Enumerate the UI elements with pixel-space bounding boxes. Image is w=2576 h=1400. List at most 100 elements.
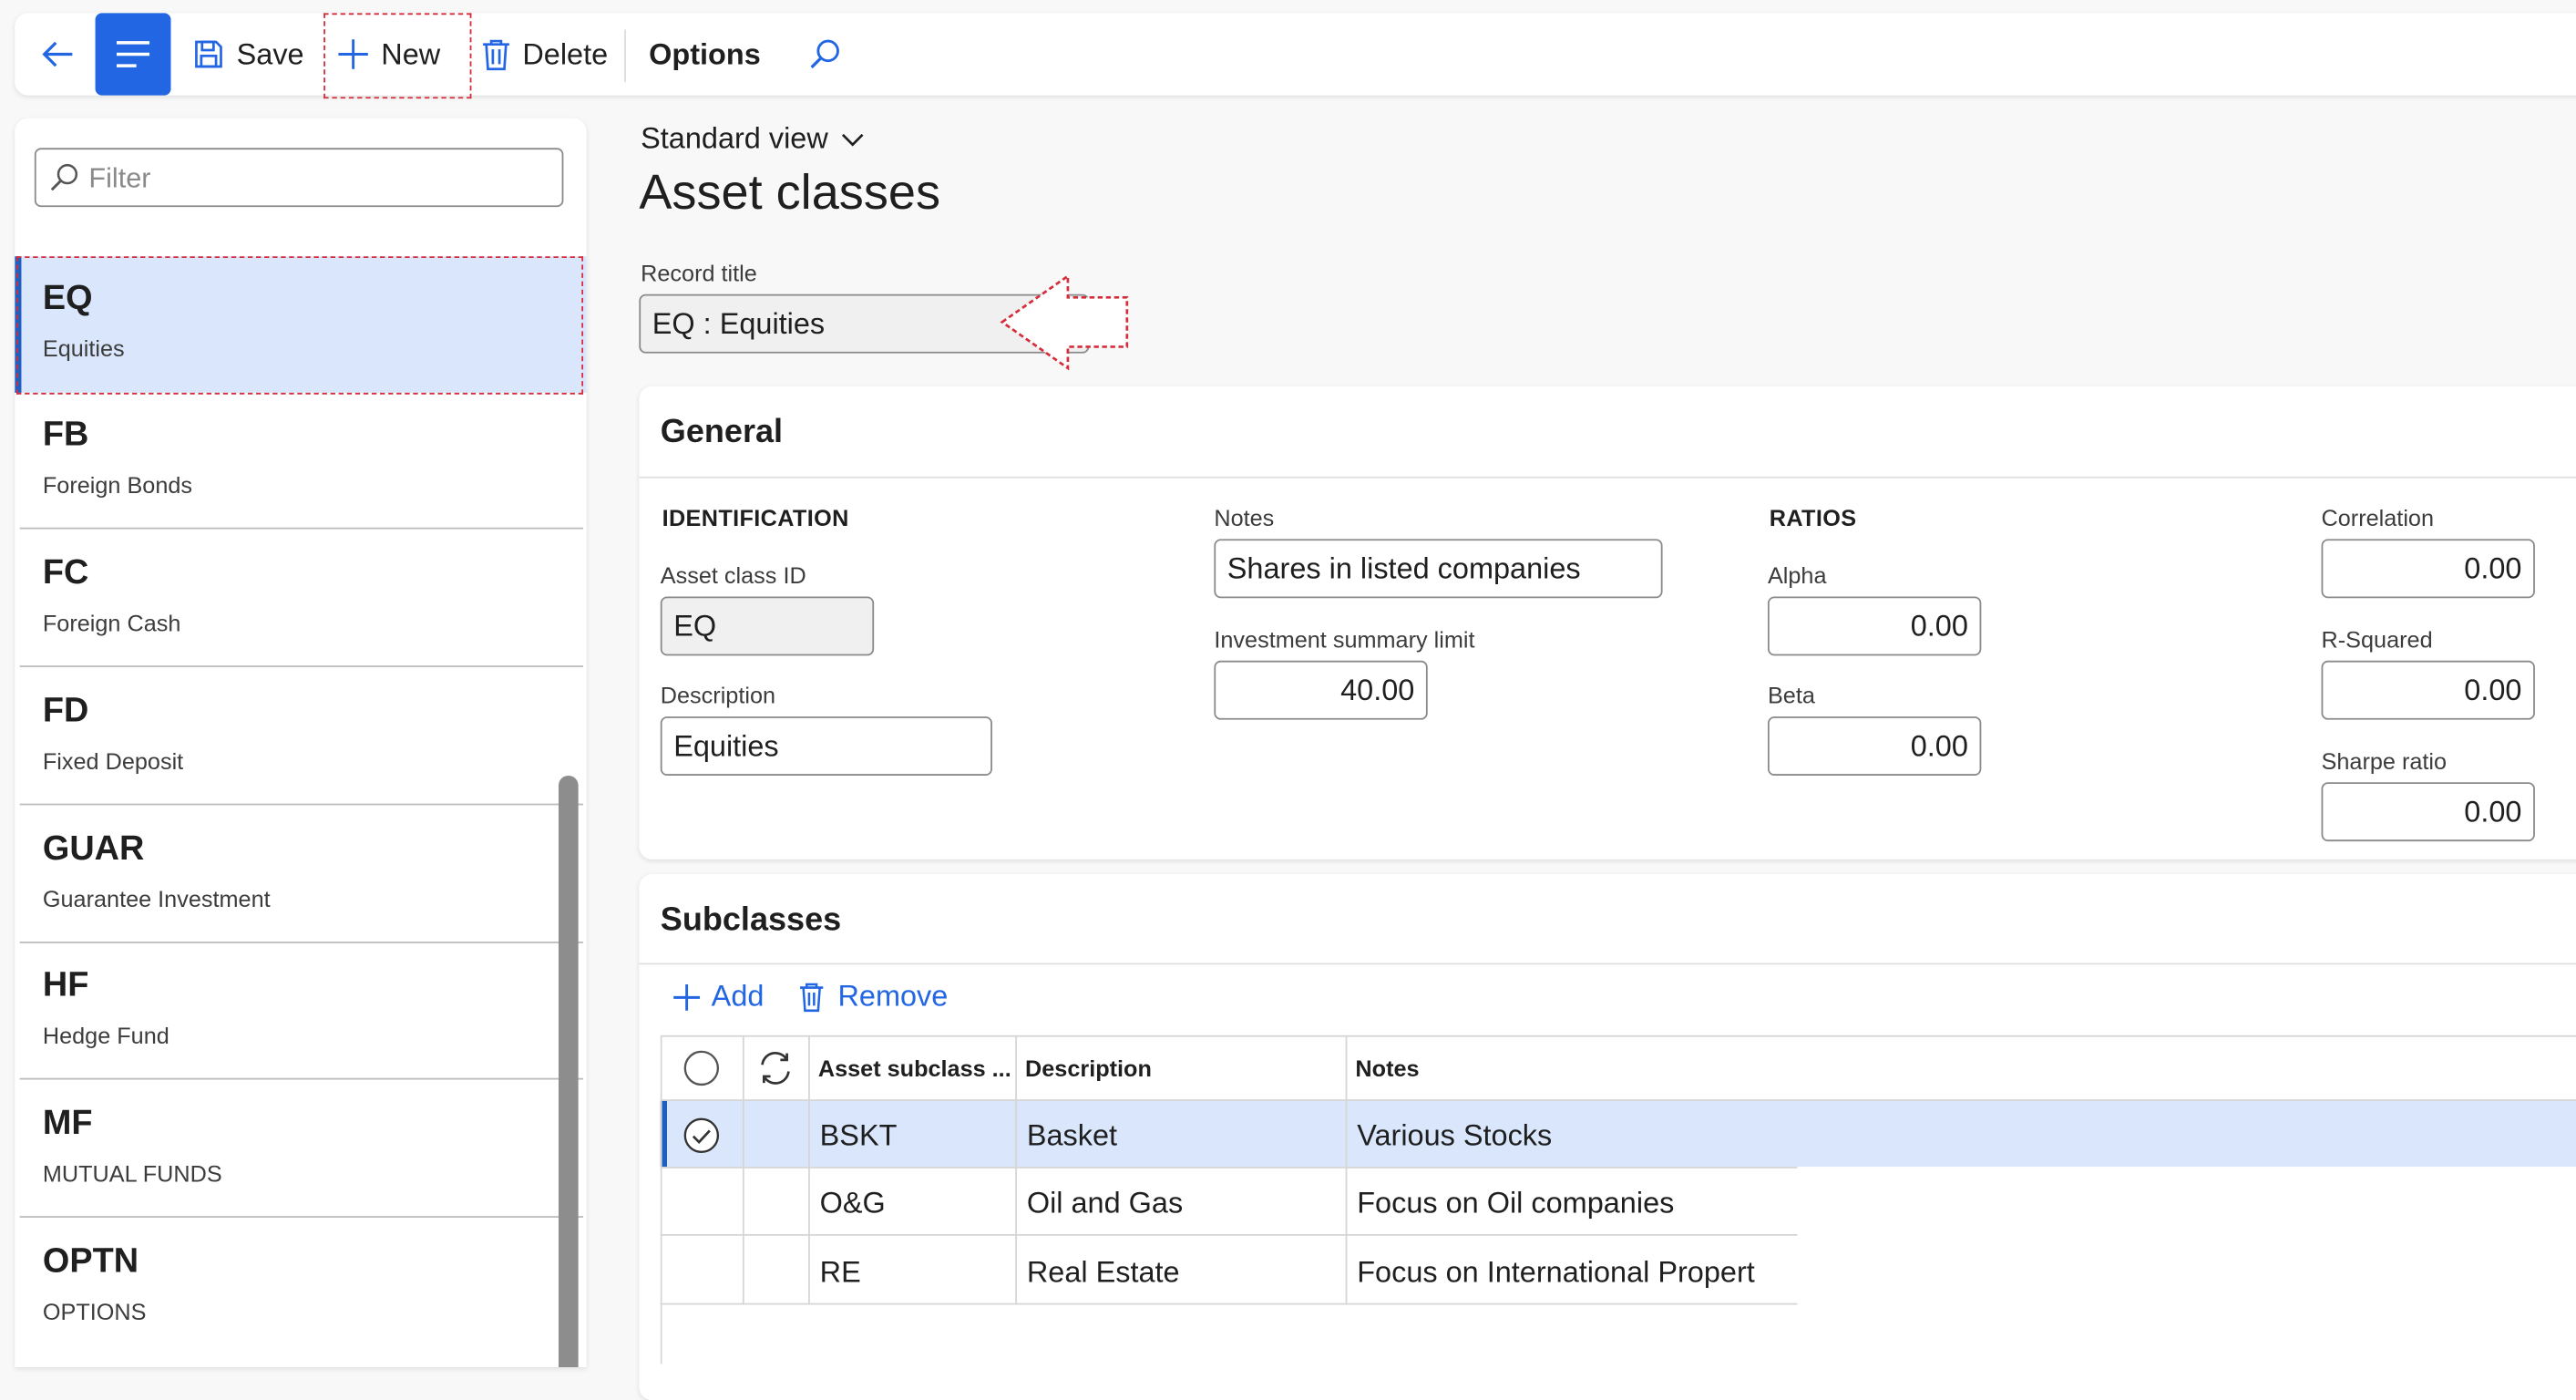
notes-label: Notes [1214,504,1275,531]
add-button[interactable]: Add [672,980,764,1014]
list-divider [19,527,584,530]
list-item-code: FC [42,553,89,592]
list-scrollbar[interactable] [558,775,579,1368]
back-button[interactable] [37,13,77,95]
beta-label: Beta [1767,682,1815,709]
search-button[interactable] [808,13,841,95]
page-title: Asset classes [639,166,941,221]
save-button[interactable]: Save [192,13,304,95]
trash-icon [800,983,824,1013]
grid-cell-id[interactable]: BSKT [820,1119,898,1154]
ratios-heading: RATIOS [1769,504,1857,531]
list-item-desc: Hedge Fund [42,1022,169,1049]
options-label: Options [649,36,761,70]
row-divider [660,1167,1798,1168]
back-arrow-icon [42,41,73,67]
grid-cell-description[interactable]: Oil and Gas [1027,1187,1183,1221]
toolbar-separator [624,29,626,83]
grid-cell-notes[interactable]: Focus on International Propert [1357,1255,1755,1290]
list-divider [19,1216,584,1218]
list-item-fb[interactable]: FB Foreign Bonds [15,393,586,530]
grid-cell-notes[interactable]: Focus on Oil companies [1357,1187,1674,1221]
remove-label: Remove [837,979,949,1013]
list-item-fc[interactable]: FC Foreign Cash [15,530,586,667]
column-divider [1015,1035,1018,1305]
list-item-desc: Foreign Cash [42,609,181,636]
column-divider [1345,1035,1348,1305]
trash-icon [483,39,509,71]
investment-limit-field[interactable]: 40.00 [1214,660,1428,720]
list-item-code: FB [42,416,89,454]
selected-item-highlight [16,256,584,395]
beta-field[interactable]: 0.00 [1767,716,1982,776]
view-selector[interactable]: Standard view [641,121,864,156]
investment-limit-label: Investment summary limit [1214,625,1475,653]
delete-label: Delete [522,36,609,70]
list-item-code: FD [42,692,89,730]
refresh-icon[interactable] [757,1050,794,1086]
chevron-down-icon [842,132,864,146]
filter-input[interactable]: Filter [34,148,564,208]
new-button-highlight [323,13,472,99]
delete-button[interactable]: Delete [481,13,608,95]
row-divider [660,1302,1798,1305]
action-pane: Save New Delete Options [15,13,2576,99]
grid-cell-notes[interactable]: Various Stocks [1357,1119,1552,1154]
plus-icon [673,983,701,1010]
list-item-optn[interactable]: OPTN OPTIONS [15,1220,586,1356]
list-item-hf[interactable]: HF Hedge Fund [15,943,586,1080]
list-item-fd[interactable]: FD Fixed Deposit [15,669,586,806]
grid-cell-id[interactable]: O&G [820,1187,886,1221]
list-item-mf[interactable]: MF MUTUAL FUNDS [15,1081,586,1218]
list-item-code: MF [42,1104,93,1143]
list-divider [19,1077,584,1080]
identification-heading: IDENTIFICATION [662,504,849,531]
column-header-description[interactable]: Description [1025,1055,1152,1081]
list-item-desc: OPTIONS [42,1298,147,1325]
grid-border [660,1035,2576,1037]
column-divider [808,1035,810,1305]
save-icon [195,40,222,68]
alpha-field[interactable]: 0.00 [1767,596,1982,656]
callout-arrow-icon [1000,273,1129,371]
general-card: General [639,386,2576,860]
search-icon [810,39,839,69]
list-item-code: OPTN [42,1242,139,1281]
grid-cell-description[interactable]: Basket [1027,1119,1117,1154]
row-selected-checkbox[interactable] [683,1117,720,1154]
description-label: Description [660,682,776,709]
search-icon [50,163,78,191]
list-divider [19,803,584,806]
notes-field[interactable]: Shares in listed companies [1214,539,1663,599]
section-divider [639,476,2576,479]
asset-class-id-label: Asset class ID [660,561,806,589]
grid-cell-description[interactable]: Real Estate [1027,1255,1180,1290]
sharpe-field[interactable]: 0.00 [2321,782,2535,842]
general-title[interactable]: General [661,414,783,451]
rsquared-label: R-Squared [2321,625,2433,653]
selected-row-bg [660,1100,2576,1168]
options-button[interactable]: Options [649,13,761,95]
column-header-notes[interactable]: Notes [1355,1055,1419,1081]
column-header-asset-subclass[interactable]: Asset subclass ... [818,1055,1011,1081]
subclasses-title[interactable]: Subclasses [661,902,841,940]
correlation-field[interactable]: 0.00 [2321,539,2535,599]
list-divider [19,665,584,667]
select-all-checkbox[interactable] [683,1050,720,1086]
description-field[interactable]: Equities [660,716,992,776]
view-label: Standard view [641,121,828,155]
rsquared-field[interactable]: 0.00 [2321,660,2535,720]
grid-border [660,1035,662,1364]
list-item-desc: MUTUAL FUNDS [42,1159,222,1187]
list-item-code: HF [42,966,89,1004]
list-item-desc: Foreign Bonds [42,471,193,499]
asset-class-id-field[interactable]: EQ [660,596,875,656]
subclasses-grid: Asset subclass ... Description Notes BSK… [660,1035,2576,1364]
section-divider [639,962,2576,965]
list-item-guar[interactable]: GUAR Guarantee Investment [15,807,586,943]
remove-button[interactable]: Remove [798,980,948,1014]
filter-placeholder: Filter [88,162,151,194]
list-toggle-button[interactable] [95,13,171,96]
grid-cell-id[interactable]: RE [820,1255,861,1290]
list-icon [117,41,150,67]
